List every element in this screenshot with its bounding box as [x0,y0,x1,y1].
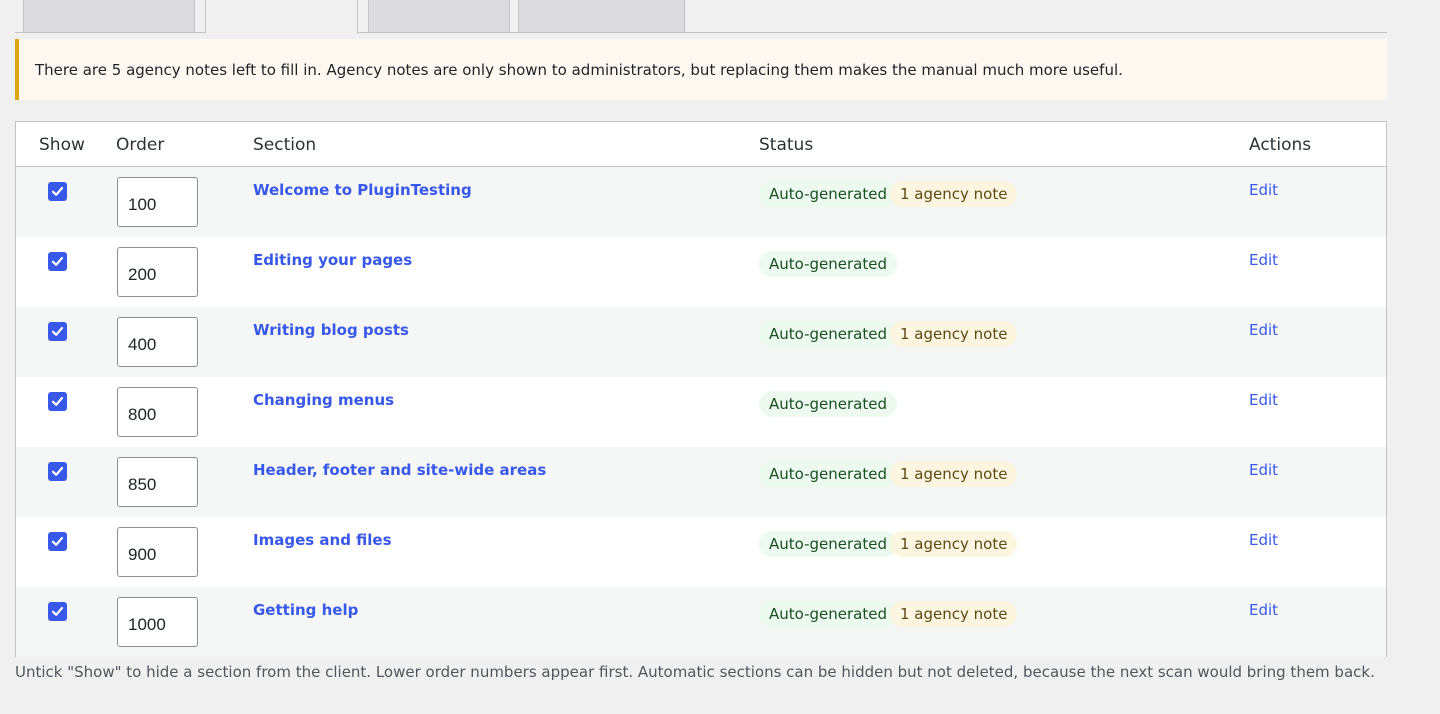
table-header: Show Order Section Status Actions [16,122,1386,167]
header-actions: Actions [1249,134,1312,155]
edit-link[interactable]: Edit [1249,601,1278,619]
tab-2-active[interactable] [205,0,358,34]
page-right-margin [1410,0,1440,714]
section-link[interactable]: Changing menus [253,391,394,409]
table-row: Welcome to PluginTesting Auto-generated1 … [16,167,1386,237]
edit-link[interactable]: Edit [1249,461,1278,479]
table-row: Writing blog posts Auto-generated1 agency… [16,307,1386,377]
header-show: Show [39,134,85,155]
header-section: Section [253,134,317,155]
order-input[interactable] [117,457,198,507]
edit-link[interactable]: Edit [1249,531,1278,549]
agency-note-badge: 1 agency note [890,321,1018,347]
show-checkbox[interactable] [48,182,67,201]
order-input[interactable] [117,387,198,437]
table-row: Header, footer and site-wide areas Auto-g… [16,447,1386,517]
status-badge-auto-generated: Auto-generated [759,391,897,417]
show-checkbox[interactable] [48,252,67,271]
table-row: Editing your pages Auto-generated Edit [16,237,1386,307]
section-link[interactable]: Writing blog posts [253,321,409,339]
checkmark-icon [51,606,64,616]
agency-note-badge: 1 agency note [890,531,1018,557]
agency-note-badge: 1 agency note [890,461,1018,487]
edit-link[interactable]: Edit [1249,391,1278,409]
edit-link[interactable]: Edit [1249,251,1278,269]
section-link[interactable]: Welcome to PluginTesting [253,181,472,199]
agency-notes-notice: There are 5 agency notes left to fill in… [15,39,1387,100]
status-badge-auto-generated: Auto-generated [759,181,897,207]
status-badge-auto-generated: Auto-generated [759,461,897,487]
tab-4[interactable] [518,0,685,33]
order-input[interactable] [117,527,198,577]
checkmark-icon [51,186,64,196]
table-row: Images and files Auto-generated1 agency n… [16,517,1386,587]
section-link[interactable]: Getting help [253,601,358,619]
header-status: Status [759,134,814,155]
tab-1[interactable] [23,0,195,33]
status-badge-auto-generated: Auto-generated [759,251,897,277]
order-input[interactable] [117,317,198,367]
manual-sections-screen: There are 5 agency notes left to fill in… [0,0,1440,714]
tab-bar [15,0,1387,34]
order-input[interactable] [117,247,198,297]
status-badge-auto-generated: Auto-generated [759,531,897,557]
table-row: Changing menus Auto-generated Edit [16,377,1386,447]
order-input[interactable] [117,177,198,227]
show-checkbox[interactable] [48,602,67,621]
notice-text: There are 5 agency notes left to fill in… [35,60,1123,79]
checkmark-icon [51,326,64,336]
show-checkbox[interactable] [48,392,67,411]
table-footnote: Untick "Show" to hide a section from the… [15,663,1375,681]
order-input[interactable] [117,597,198,647]
table-row: Getting help Auto-generated1 agency note E… [16,587,1386,657]
agency-note-badge: 1 agency note [890,601,1018,627]
checkmark-icon [51,256,64,266]
edit-link[interactable]: Edit [1249,181,1278,199]
checkmark-icon [51,466,64,476]
tab-3[interactable] [368,0,510,33]
section-link[interactable]: Editing your pages [253,251,412,269]
section-link[interactable]: Header, footer and site-wide areas [253,461,546,479]
sections-table: Show Order Section Status Actions Welcom… [15,121,1387,657]
header-order: Order [116,134,165,155]
show-checkbox[interactable] [48,462,67,481]
show-checkbox[interactable] [48,322,67,341]
section-link[interactable]: Images and files [253,531,392,549]
status-badge-auto-generated: Auto-generated [759,321,897,347]
show-checkbox[interactable] [48,532,67,551]
status-badge-auto-generated: Auto-generated [759,601,897,627]
checkmark-icon [51,536,64,546]
edit-link[interactable]: Edit [1249,321,1278,339]
agency-note-badge: 1 agency note [890,181,1018,207]
checkmark-icon [51,396,64,406]
